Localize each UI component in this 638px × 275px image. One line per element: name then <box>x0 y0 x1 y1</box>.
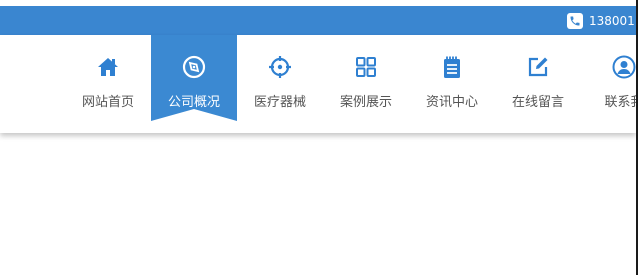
phone-icon <box>567 12 583 29</box>
nav-item-label: 网站首页 <box>81 95 134 110</box>
grid-icon <box>356 57 376 77</box>
nav-item-cases[interactable]: 案例展示 <box>323 35 409 133</box>
active-tab-background <box>151 35 237 121</box>
nav-item-label: 案例展示 <box>339 95 392 110</box>
top-bar <box>0 6 636 35</box>
crosshair-icon <box>269 56 291 78</box>
nav-item-company[interactable]: 公司概况 <box>151 35 237 133</box>
phone-number: 138001 <box>589 13 635 28</box>
edit-icon <box>528 57 548 77</box>
nav-item-label: 公司概况 <box>167 95 220 110</box>
nav-item-home[interactable]: 网站首页 <box>65 35 151 133</box>
nav-item-label: 资讯中心 <box>425 95 478 110</box>
notepad-icon <box>444 56 460 78</box>
phone-contact: 138001 <box>567 6 635 35</box>
compass-icon <box>182 55 206 79</box>
nav-item-message[interactable]: 在线留言 <box>495 35 581 133</box>
nav-item-medical-devices[interactable]: 医疗器械 <box>237 35 323 133</box>
nav-item-label: 在线留言 <box>511 95 564 110</box>
main-nav: 网站首页 公司概况 医疗器械 案例展示 资讯中心 在线留言 联系我 <box>0 35 638 133</box>
nav-item-news[interactable]: 资讯中心 <box>409 35 495 133</box>
nav-item-label: 医疗器械 <box>253 95 306 110</box>
nav-item-label: 联系我 <box>604 95 638 110</box>
home-icon <box>98 58 118 76</box>
user-icon <box>612 55 636 79</box>
nav-item-contact[interactable]: 联系我 <box>581 35 638 133</box>
